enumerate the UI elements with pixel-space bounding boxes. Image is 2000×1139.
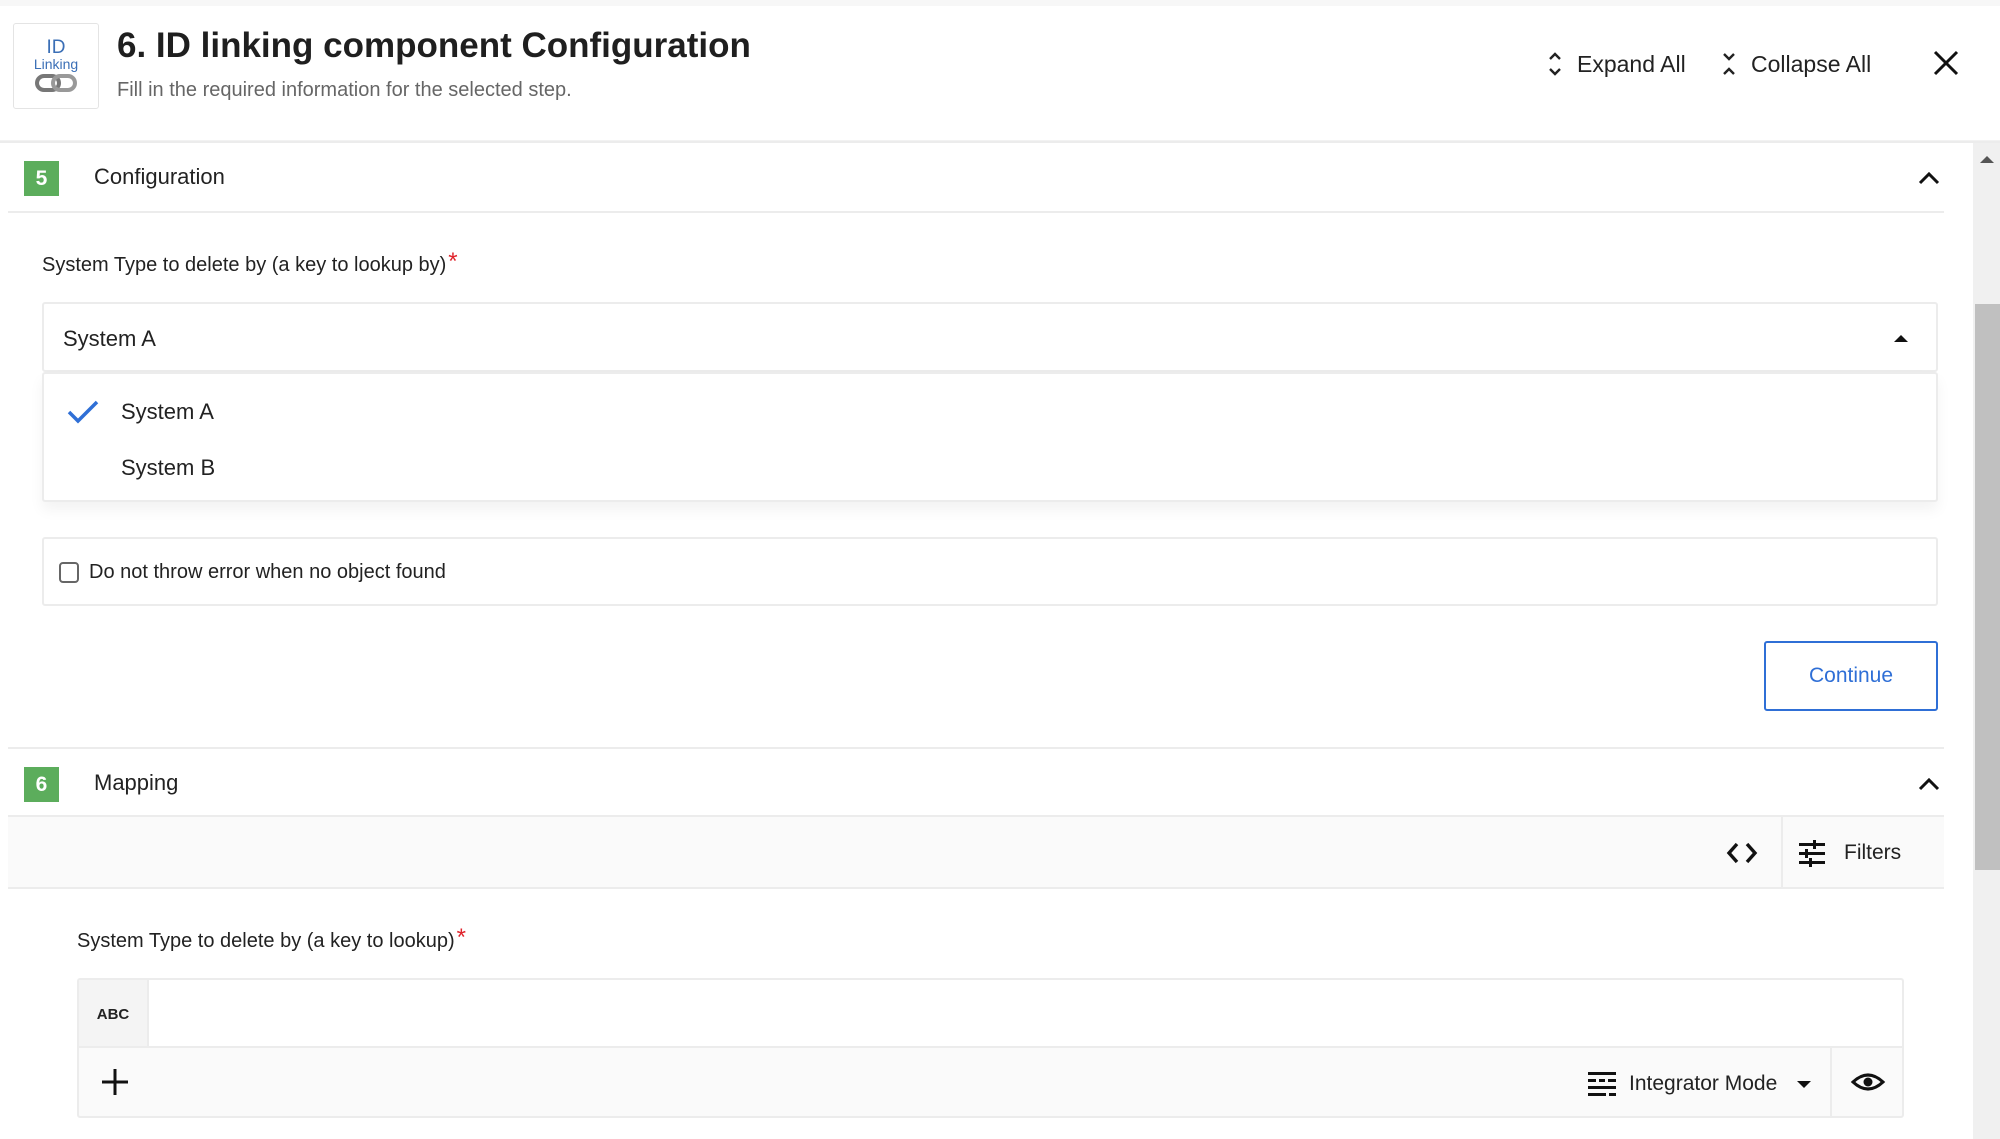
chevron-up-icon[interactable] [1916,771,1942,797]
step-badge: 5 [24,161,59,196]
option-label: System B [121,455,216,480]
modal-header: ID Linking 6. ID linking component Confi… [0,0,2000,143]
chain-link-icon [35,74,77,92]
collapse-all-label: Collapse All [1751,50,1872,77]
mapping-toolbar: Filters [8,817,1944,889]
checkbox-label[interactable]: Do not throw error when no object found [89,561,446,584]
expand-all-label: Expand All [1577,50,1686,77]
mapping-input-actions: Integrator Mode [77,1046,1904,1118]
integrator-mode-label: Integrator Mode [1629,1072,1778,1095]
string-type-tag: ABC [79,980,149,1048]
option-system-b[interactable]: System B [44,442,1936,494]
option-label: System A [121,399,214,424]
no-error-checkbox-row: Do not throw error when no object found [42,537,1938,606]
scrollbar-thumb[interactable] [1975,304,2000,870]
section-title: Configuration [94,164,225,189]
filters-button[interactable]: Filters [1798,835,1901,871]
caret-up-icon [1894,335,1908,342]
system-type-select[interactable]: System A [42,302,1938,372]
system-type-dropdown-menu: System A System B [42,372,1938,502]
vertical-scrollbar[interactable] [1973,143,2000,1139]
no-error-checkbox[interactable] [59,562,79,583]
chevron-up-icon[interactable] [1916,165,1942,191]
scroll-up-arrow-icon[interactable] [1980,156,1994,163]
section-title: Mapping [94,770,179,795]
header-top-strip [0,0,2000,6]
select-value: System A [63,326,156,351]
plus-icon[interactable] [99,1066,131,1098]
expand-icon [1549,52,1561,76]
filters-label: Filters [1844,841,1902,864]
page-subtitle: Fill in the required information for the… [117,79,572,101]
mapping-input-box: ABC [77,978,1904,1048]
id-linking-logo: ID Linking [13,23,99,109]
logo-text-linking: Linking [33,56,79,72]
toolbar-divider [1781,817,1783,887]
page-title: 6. ID linking component Configuration [117,26,751,65]
caret-down-icon [1797,1080,1812,1088]
required-mark: * [448,248,458,275]
section-mapping-header[interactable]: 6 Mapping [8,747,1944,817]
close-icon[interactable] [1931,48,1961,78]
collapse-icon [1723,53,1735,75]
integrator-mode-icon [1588,1072,1616,1096]
integrator-mode-dropdown[interactable]: Integrator Mode [1587,1066,1812,1102]
system-type-field-label: System Type to delete by (a key to looku… [42,248,458,282]
code-view-icon[interactable] [1724,835,1760,871]
continue-button[interactable]: Continue [1764,641,1938,711]
field-label-text: System Type to delete by (a key to looku… [42,254,447,276]
expand-all-button[interactable]: Expand All [1547,48,1686,80]
section-configuration-header[interactable]: 5 Configuration [8,143,1944,213]
logo-text-id: ID [46,37,66,58]
actions-divider [1830,1048,1832,1116]
eye-icon[interactable] [1850,1064,1886,1100]
check-icon [67,400,99,424]
mapping-expression-input[interactable] [151,980,1902,1048]
field-label-text: System Type to delete by (a key to looku… [77,930,455,952]
option-system-a[interactable]: System A [44,386,1936,438]
collapse-all-button[interactable]: Collapse All [1721,48,1871,80]
mapping-field-label: System Type to delete by (a key to looku… [77,924,466,958]
filters-icon [1799,840,1825,867]
step-badge: 6 [24,767,59,802]
required-mark: * [456,924,466,951]
